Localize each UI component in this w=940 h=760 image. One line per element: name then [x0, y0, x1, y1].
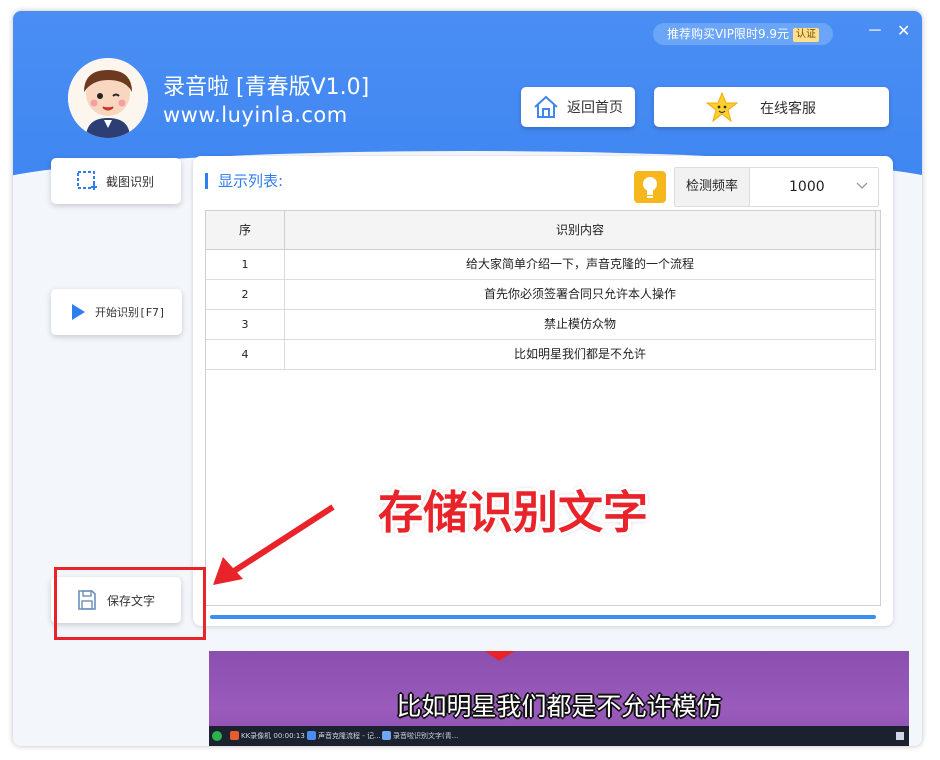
- detect-frequency-select[interactable]: 检测频率 1000: [674, 167, 879, 207]
- tray-icon[interactable]: [895, 729, 905, 743]
- arrow-tip-icon: [485, 651, 515, 661]
- highlight-box: [54, 567, 206, 640]
- tip-bulb-button[interactable]: [634, 171, 666, 203]
- start-menu-icon[interactable]: [211, 729, 223, 743]
- play-icon: [72, 304, 85, 320]
- row-seq: 2: [206, 280, 285, 309]
- taskbar-item[interactable]: KK录像机 00:00:13: [229, 729, 305, 743]
- start-recognize-label: 开始识别[F7]: [95, 306, 166, 319]
- app-title: 录音啦 [青春版V1.0]: [163, 75, 370, 100]
- app-window: 推荐购买VIP限时9.9元 认证 － ✕ 录音啦 [青春版V1.0] www.lu…: [13, 11, 922, 746]
- home-button-label: 返回首页: [567, 100, 623, 116]
- lightbulb-icon: [643, 177, 657, 198]
- minimize-button[interactable]: －: [867, 21, 883, 41]
- online-service-label: 在线客服: [760, 101, 816, 117]
- table-header: 序 识别内容: [206, 211, 880, 250]
- taskbar-item[interactable]: 声音克隆流程 - 记...: [306, 729, 381, 743]
- capture-recognize-label: 截图识别: [106, 174, 155, 189]
- taskbar-item-label: 录音啦识别文字(青...: [393, 732, 459, 740]
- taskbar-item-label: KK录像机 00:00:13: [241, 732, 305, 740]
- app-url: www.luyinla.com: [163, 103, 348, 127]
- table-row[interactable]: 4 比如明星我们都是不允许: [206, 340, 876, 370]
- start-recognize-button[interactable]: 开始识别[F7]: [51, 289, 182, 335]
- avatar: [68, 58, 148, 138]
- taskbar-item-label: 声音克隆流程 - 记...: [318, 732, 381, 740]
- table-row[interactable]: 3 禁止模仿众物: [206, 310, 876, 340]
- capture-recognize-button[interactable]: 截图识别: [51, 158, 181, 204]
- vip-promo-text: 推荐购买VIP限时9.9元: [666, 27, 790, 41]
- table-row[interactable]: 1 给大家简单介绍一下，声音克隆的一个流程: [206, 250, 876, 280]
- row-seq: 4: [206, 340, 285, 369]
- detect-frequency-value: 1000: [789, 179, 825, 195]
- row-content: 给大家简单介绍一下，声音克隆的一个流程: [465, 257, 694, 271]
- annotation-arrow-icon: [213, 504, 335, 585]
- video-subtitle: 比如明星我们都是不允许模仿: [396, 692, 722, 721]
- progress-bar: [210, 615, 876, 619]
- annotation-callout: 存储识别文字: [378, 486, 649, 539]
- row-content: 比如明星我们都是不允许: [513, 347, 646, 361]
- home-icon: [534, 95, 558, 118]
- close-button[interactable]: ✕: [897, 21, 910, 41]
- table-row[interactable]: 2 首先你必须签署合同只允许本人操作: [206, 280, 876, 310]
- detect-frequency-label: 检测频率: [675, 168, 750, 206]
- row-seq: 3: [206, 310, 285, 339]
- row-content: 首先你必须签署合同只允许本人操作: [483, 287, 676, 301]
- row-seq: 1: [206, 250, 285, 279]
- online-service-button[interactable]: 在线客服: [654, 87, 889, 127]
- vip-promo-badge[interactable]: 推荐购买VIP限时9.9元 认证: [653, 23, 833, 45]
- column-header-seq[interactable]: 序: [206, 211, 285, 249]
- star-face-icon: [706, 92, 738, 122]
- screenshot-crop-icon: [77, 171, 97, 190]
- row-content: 禁止模仿众物: [543, 317, 616, 331]
- cartoon-avatar-icon: [68, 58, 148, 138]
- home-button[interactable]: 返回首页: [521, 87, 635, 127]
- taskbar: KK录像机 00:00:13 声音克隆流程 - 记... 录音啦识别文字(青..…: [209, 726, 909, 746]
- panel-title: 显示列表:: [205, 173, 283, 189]
- column-header-content[interactable]: 识别内容: [285, 211, 876, 249]
- chevron-down-icon[interactable]: [856, 168, 868, 206]
- taskbar-item[interactable]: 录音啦识别文字(青...: [381, 729, 458, 743]
- vip-cert-tag: 认证: [793, 28, 820, 42]
- video-preview: 比如明星我们都是不允许模仿 KK录像机 00:00:13 声音克隆流程 - 记.…: [209, 651, 909, 746]
